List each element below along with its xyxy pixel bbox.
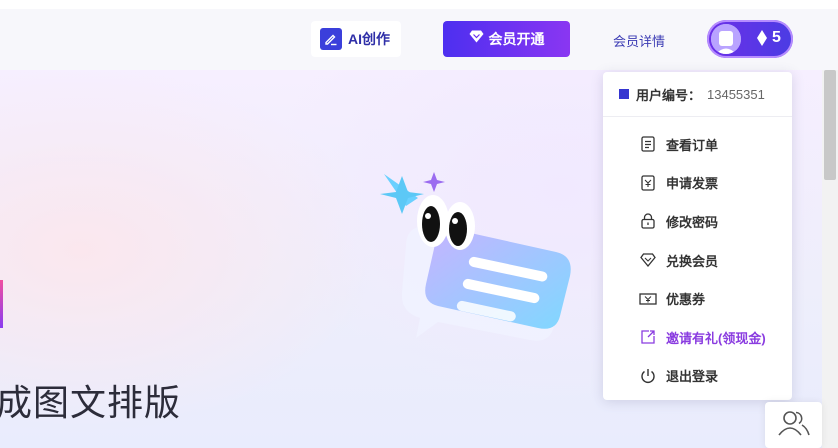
- menu-item-label: 申请发票: [666, 176, 719, 192]
- menu-item-coupons[interactable]: 优惠券: [603, 279, 792, 318]
- ai-create-button[interactable]: AI创作: [311, 21, 401, 57]
- menu-item-redeem-vip[interactable]: 兑换会员: [603, 241, 792, 280]
- user-id-label: 用户编号：: [636, 87, 702, 103]
- menu-item-invite[interactable]: 邀请有礼(领现金): [603, 318, 792, 357]
- power-icon: [639, 367, 657, 385]
- scrollbar-thumb[interactable]: [824, 70, 836, 180]
- user-dropdown-menu: 用户编号： 13455351 查看订单 申请发票 修改密码 兑换会员 优惠券 邀…: [603, 72, 792, 400]
- menu-item-logout[interactable]: 退出登录: [603, 357, 792, 396]
- scrollbar[interactable]: [822, 70, 838, 448]
- header-top-edge: [0, 0, 838, 9]
- coin-icon: [757, 30, 767, 51]
- coupon-icon: [639, 290, 657, 308]
- diamond-icon: [639, 251, 657, 269]
- menu-item-label: 优惠券: [666, 292, 706, 308]
- accent-bar: [0, 280, 3, 328]
- menu-item-label: 查看订单: [666, 137, 719, 153]
- square-bullet-icon: [619, 89, 629, 99]
- vip-open-label: 会员开通: [488, 31, 545, 47]
- menu-item-orders[interactable]: 查看订单: [603, 125, 792, 164]
- vip-open-button[interactable]: 会员开通: [443, 21, 570, 57]
- menu-item-label: 修改密码: [666, 214, 719, 230]
- diamond-icon: [469, 30, 484, 48]
- community-button[interactable]: [765, 402, 822, 448]
- avatar: [711, 24, 741, 54]
- top-header: AI创作 会员开通 会员详情 5: [0, 0, 838, 70]
- coin-count: 5: [772, 29, 781, 46]
- menu-item-label: 兑换会员: [666, 253, 719, 269]
- user-id-value: 13455351: [707, 86, 765, 102]
- user-id-row: 用户编号： 13455351: [603, 72, 792, 117]
- user-menu-toggle[interactable]: 5: [707, 20, 793, 58]
- users-icon: [777, 410, 810, 441]
- invoice-icon: [639, 174, 657, 192]
- menu-item-change-password[interactable]: 修改密码: [603, 202, 792, 241]
- member-details-link[interactable]: 会员详情: [613, 31, 665, 50]
- order-list-icon: [639, 135, 657, 153]
- chat-bubble-illustration: [378, 166, 578, 361]
- hero-headline: 成图文排版: [0, 383, 182, 424]
- share-icon: [639, 328, 657, 346]
- menu-item-label: 邀请有礼(领现金): [666, 330, 766, 346]
- edit-pen-icon: [320, 28, 342, 50]
- menu-item-label: 退出登录: [666, 369, 719, 385]
- user-menu-list: 查看订单 申请发票 修改密码 兑换会员 优惠券 邀请有礼(领现金) 退出登录: [603, 117, 792, 395]
- lock-icon: [639, 212, 657, 230]
- menu-item-invoice[interactable]: 申请发票: [603, 164, 792, 203]
- ai-create-label: AI创作: [348, 31, 390, 47]
